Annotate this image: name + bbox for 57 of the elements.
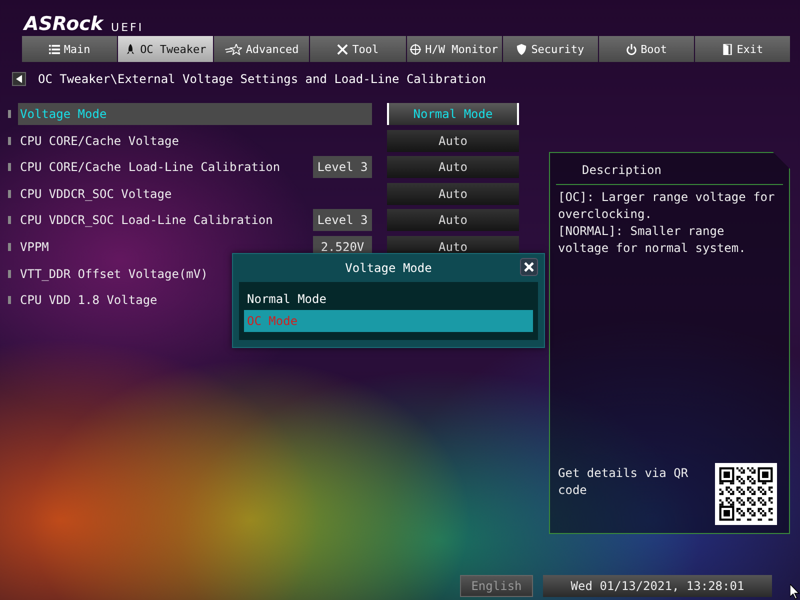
mouse-cursor-icon [790, 584, 800, 600]
crosshair-icon [410, 44, 422, 54]
current-value: Level 3 [313, 156, 372, 178]
bullet-icon [8, 163, 11, 172]
current-value: Level 3 [313, 209, 372, 232]
uefi-label: UEFI [111, 20, 144, 34]
rocket-icon [125, 44, 136, 54]
setting-row[interactable]: CPU CORE/Cache Voltage [18, 130, 372, 152]
menu-tab[interactable]: OC Tweaker [118, 36, 214, 62]
setting-label: CPU CORE/Cache Voltage [20, 134, 179, 148]
description-text: [OC]: Larger range voltage for overclocking. [558, 189, 776, 223]
brand-logo: ASRock [24, 15, 104, 34]
bullet-icon [8, 136, 11, 145]
date-time: Wed 01/13/2021, 13:28:01 [543, 575, 772, 597]
menu-tab[interactable]: Advanced [214, 36, 310, 62]
list-icon [48, 44, 60, 54]
setting-label: Voltage Mode [20, 107, 107, 121]
setting-value-button[interactable]: Auto [387, 156, 519, 178]
close-icon [524, 262, 534, 272]
bullet-icon [8, 242, 11, 251]
setting-label: CPU VDDCR_SOC Load-Line Calibration [20, 213, 273, 228]
setting-value-button[interactable]: Auto [387, 130, 519, 152]
power-icon [626, 44, 637, 54]
setting-row[interactable]: Voltage Mode [18, 103, 372, 125]
setting-value-button[interactable]: Auto [387, 182, 519, 205]
left-triangle-icon [16, 75, 22, 83]
star-icon [224, 44, 242, 54]
close-button[interactable] [520, 258, 538, 276]
bullet-icon [8, 110, 11, 118]
qr-code-icon [715, 463, 777, 525]
setting-row[interactable]: CPU VDDCR_SOC Voltage [18, 182, 372, 205]
description-title: Description [556, 153, 783, 185]
setting-row[interactable]: CPU CORE/Cache Load-Line Calibration Level 3 [18, 156, 372, 178]
door-icon [722, 44, 733, 54]
shield-icon [516, 44, 528, 54]
description-text: [NORMAL]: Smaller range voltage for normal system. [558, 223, 747, 257]
menu-tab[interactable]: Boot [598, 36, 694, 62]
menu-tab[interactable]: Security [502, 36, 598, 62]
back-button[interactable] [12, 72, 26, 86]
setting-label: VPPM [20, 240, 49, 254]
bullet-icon [8, 270, 11, 278]
menu-tab[interactable]: Main [22, 36, 118, 62]
setting-label: CPU CORE/Cache Load-Line Calibration [20, 160, 280, 174]
setting-value-button[interactable]: Normal Mode [387, 103, 519, 125]
setting-label: CPU VDDCR_SOC Voltage [20, 186, 172, 201]
bullet-icon [8, 190, 11, 198]
breadcrumb: OC Tweaker\External Voltage Settings and Load-Line Calibration [38, 72, 486, 86]
dialog-option[interactable]: Normal Mode [244, 288, 533, 310]
menu-tab[interactable]: H/W Monitor [406, 36, 502, 62]
menu-tab[interactable]: Exit [694, 36, 790, 62]
bullet-icon [8, 216, 11, 224]
menu-tab[interactable]: Tool [310, 36, 406, 62]
setting-row[interactable]: CPU VDDCR_SOC Load-Line Calibration Level 3 [18, 209, 372, 232]
dialog-title: Voltage Mode [345, 261, 432, 275]
bullet-icon [8, 296, 11, 304]
setting-value-button[interactable]: Auto [387, 209, 519, 232]
qr-caption: Get details via QR code [558, 465, 690, 499]
